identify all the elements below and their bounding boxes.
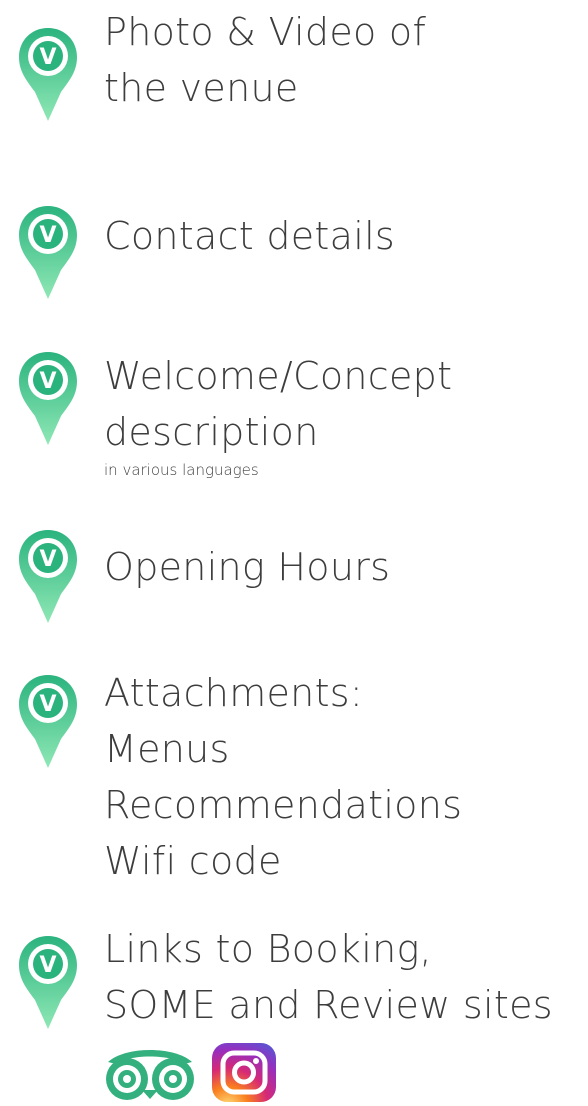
feature-attachments-line-4: Wifi code bbox=[104, 839, 282, 883]
feature-photo-video-line-2: the venue bbox=[104, 66, 299, 110]
svg-text:V: V bbox=[39, 692, 56, 717]
svg-text:V: V bbox=[39, 953, 56, 978]
svg-text:V: V bbox=[39, 223, 56, 248]
venue-pin-icon: V bbox=[17, 934, 79, 1030]
svg-text:V: V bbox=[39, 45, 56, 70]
svg-text:V: V bbox=[39, 547, 56, 572]
venue-pin-icon: V bbox=[17, 350, 79, 446]
instagram-icon[interactable] bbox=[211, 1043, 277, 1102]
venue-pin-icon: V bbox=[17, 204, 79, 300]
venue-pin-icon: V bbox=[17, 528, 79, 624]
venue-pin-icon: V bbox=[17, 26, 79, 122]
social-icons bbox=[100, 1040, 300, 1102]
feature-links-line-1: Links to Booking, bbox=[104, 927, 432, 971]
feature-welcome-line-2: description bbox=[104, 410, 319, 454]
feature-contact-line-1: Contact details bbox=[104, 214, 396, 258]
feature-opening-hours-line-1: Opening Hours bbox=[104, 545, 391, 589]
feature-welcome-note: in various languages bbox=[104, 461, 259, 479]
feature-welcome-line-1: Welcome/Concept bbox=[104, 354, 453, 398]
feature-attachments-line-1: Attachments: bbox=[104, 671, 363, 715]
feature-attachments-line-2: Menus bbox=[104, 727, 230, 771]
feature-photo-video-line-1: Photo & Video of bbox=[104, 10, 427, 54]
tripadvisor-icon[interactable] bbox=[100, 1044, 200, 1100]
feature-attachments-line-3: Recommendations bbox=[104, 783, 463, 827]
svg-text:V: V bbox=[39, 369, 56, 394]
feature-links-line-2: SOME and Review sites bbox=[104, 983, 553, 1027]
venue-pin-icon: V bbox=[17, 673, 79, 769]
